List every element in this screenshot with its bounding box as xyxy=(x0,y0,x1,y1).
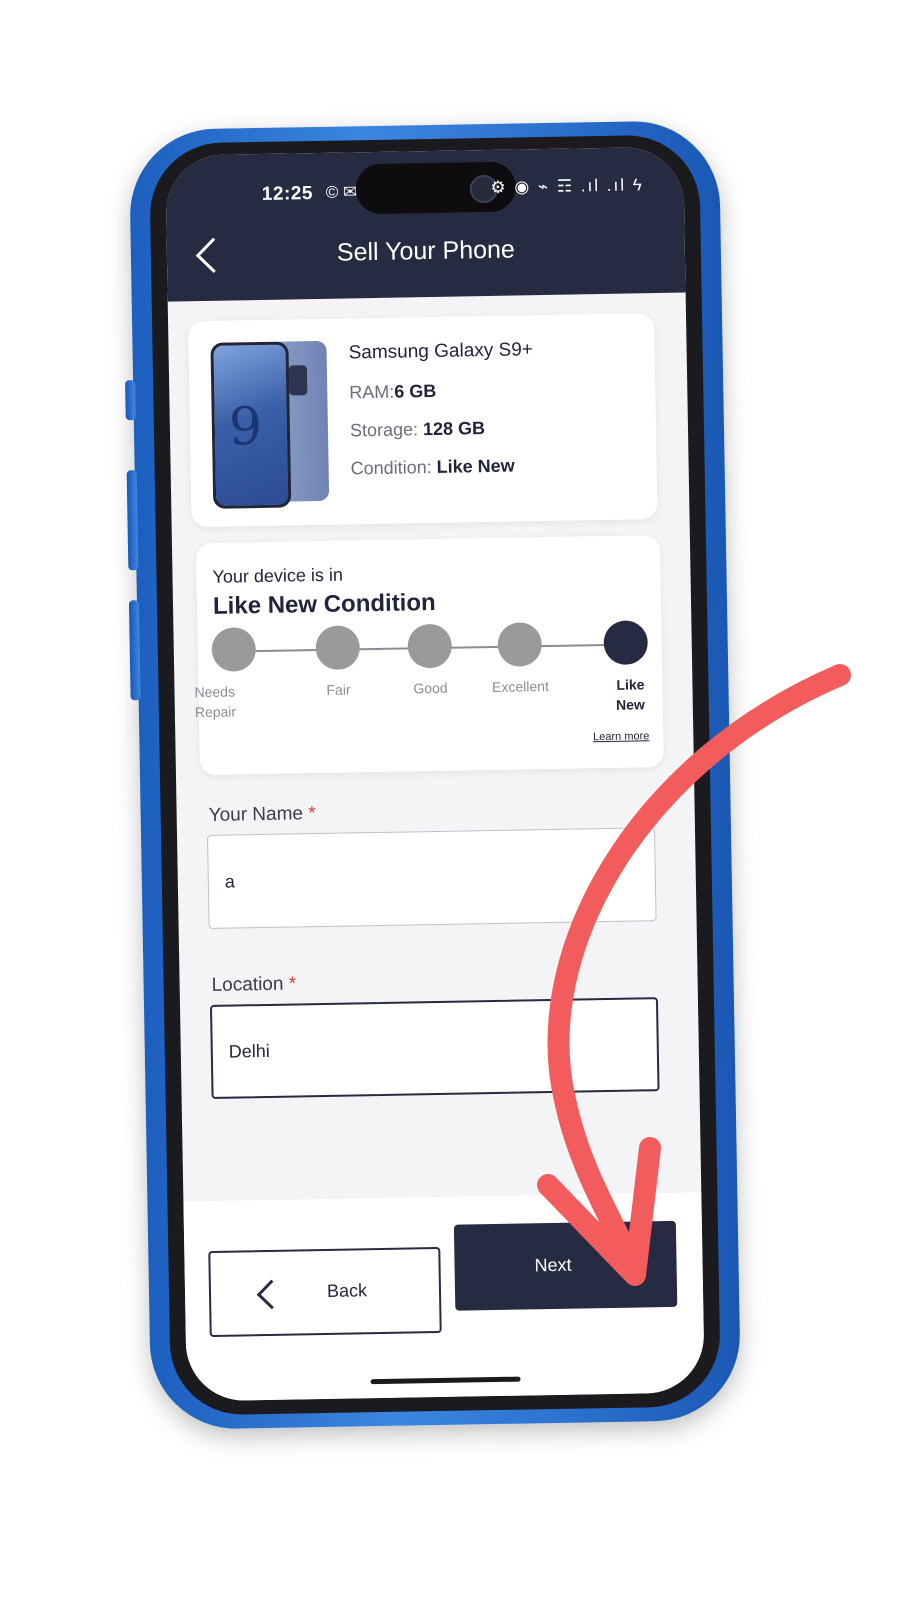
bottom-action-bar: Back Next xyxy=(183,1192,705,1402)
condition-label-like-new: Like New xyxy=(615,676,645,713)
next-button[interactable]: Next xyxy=(453,1220,678,1311)
action-button xyxy=(125,380,136,421)
condition-label: Condition: xyxy=(350,456,437,479)
page-title: Sell Your Phone xyxy=(336,235,516,267)
condition-title: Like New Condition xyxy=(212,588,436,620)
next-button-label: Next xyxy=(534,1254,572,1276)
condition-step-excellent[interactable] xyxy=(497,622,543,667)
name-label-text: Your Name xyxy=(208,803,304,826)
ram-label: RAM: xyxy=(349,381,395,403)
condition-label-fair: Fair xyxy=(326,681,351,698)
condition-value: Like New xyxy=(436,455,515,477)
spec-ram: RAM:6 GB xyxy=(349,379,534,403)
wallpaper-graphic: 9 xyxy=(228,396,263,458)
location-label-text: Location xyxy=(211,973,284,996)
storage-value: 128 GB xyxy=(422,418,486,440)
location-input[interactable] xyxy=(209,997,660,1099)
chevron-right-icon xyxy=(614,1257,632,1275)
product-card: 9 Samsung Galaxy S9+ RAM:6 GB Storage: 1… xyxy=(188,313,658,528)
status-app-icons: © ✉ xyxy=(325,182,358,202)
phone-mockup: 12:25 © ✉ ⚙ ◉ ⌁ ☶ .ıl .ıl ϟ Sell Your Ph… xyxy=(125,119,742,1431)
phone-screen: 12:25 © ✉ ⚙ ◉ ⌁ ☶ .ıl .ıl ϟ Sell Your Ph… xyxy=(165,146,705,1402)
product-image: 9 xyxy=(210,340,331,509)
back-button[interactable]: Back xyxy=(208,1246,442,1338)
storage-label: Storage: xyxy=(349,419,424,441)
spec-condition: Condition: Like New xyxy=(350,455,535,479)
canvas: 12:25 © ✉ ⚙ ◉ ⌁ ☶ .ıl .ıl ϟ Sell Your Ph… xyxy=(0,0,900,1600)
required-marker: * xyxy=(288,973,297,995)
rear-camera-icon xyxy=(288,365,308,396)
back-button-label: Back xyxy=(326,1280,368,1301)
condition-label-good: Good xyxy=(413,679,448,697)
learn-more-link[interactable]: Learn more xyxy=(593,730,649,743)
product-name: Samsung Galaxy S9+ xyxy=(348,339,534,364)
name-input[interactable] xyxy=(207,827,657,929)
status-time: 12:25 xyxy=(261,183,314,205)
condition-card: Your device is in Like New Condition Nee… xyxy=(194,535,664,776)
phone-front-image: 9 xyxy=(210,341,292,509)
status-system-icons: ⚙ ◉ ⌁ ☶ .ıl .ıl ϟ xyxy=(490,175,644,197)
home-indicator xyxy=(370,1376,521,1385)
condition-caption: Your device is in xyxy=(212,564,344,587)
ram-value: 6 GB xyxy=(394,380,437,402)
spec-storage: Storage: 128 GB xyxy=(350,417,535,441)
condition-step-fair[interactable] xyxy=(315,625,361,671)
condition-step-good[interactable] xyxy=(407,623,453,669)
chevron-left-icon xyxy=(256,1279,287,1310)
location-field-label: Location * xyxy=(211,973,296,996)
condition-label-excellent: Excellent xyxy=(491,678,550,695)
volume-down-button xyxy=(128,600,141,701)
condition-step-like-new[interactable] xyxy=(603,620,649,666)
required-marker: * xyxy=(308,803,316,825)
volume-up-button xyxy=(126,470,139,571)
app-header: 12:25 © ✉ ⚙ ◉ ⌁ ☶ .ıl .ıl ϟ Sell Your Ph… xyxy=(165,146,686,302)
condition-label-needs-repair: Needs Repair xyxy=(194,683,237,720)
condition-step-needs-repair[interactable] xyxy=(211,627,257,672)
product-info: Samsung Galaxy S9+ RAM:6 GB Storage: 128… xyxy=(348,339,535,496)
name-field-label: Your Name * xyxy=(208,803,315,827)
